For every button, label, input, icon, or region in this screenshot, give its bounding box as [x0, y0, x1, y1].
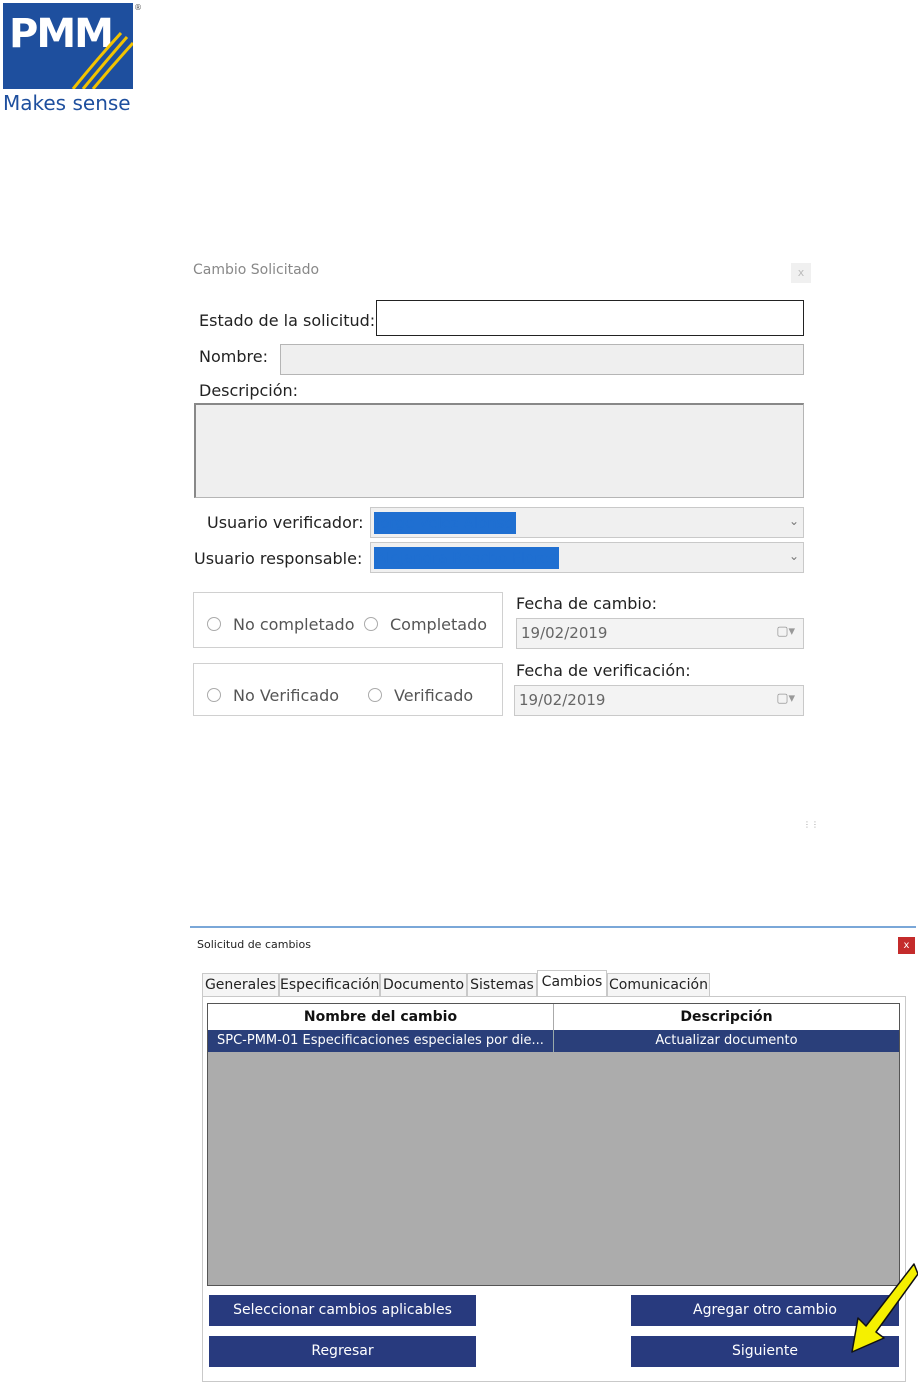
responsable-value: Alejandra Roacho Flores: [374, 547, 559, 569]
fecha-cambio-label: Fecha de cambio:: [516, 594, 658, 613]
table-row-descripcion[interactable]: Actualizar documento: [554, 1030, 899, 1052]
annotation-arrow-icon: [851, 1263, 918, 1353]
radio-verificado-label[interactable]: Verificado: [394, 686, 473, 705]
verificador-select[interactable]: Jorge Velez Alonso ⌄: [370, 507, 804, 538]
radio-completado-label[interactable]: Completado: [390, 615, 487, 634]
nombre-label: Nombre:: [199, 347, 268, 366]
tab-generales[interactable]: Generales: [202, 973, 279, 997]
chevron-down-icon[interactable]: ⌄: [789, 514, 799, 528]
close-button[interactable]: x: [791, 263, 811, 283]
column-header-nombre[interactable]: Nombre del cambio: [208, 1004, 554, 1030]
dialog-title: Cambio Solicitado: [193, 262, 320, 278]
tab-documento[interactable]: Documento: [380, 973, 467, 997]
registered-mark: ®: [134, 3, 142, 12]
estado-label: Estado de la solicitud:: [199, 311, 376, 330]
radio-verificado[interactable]: [368, 688, 382, 702]
responsable-label: Usuario responsable:: [194, 549, 363, 568]
pmm-logo: PMM ® Makes sense: [3, 3, 142, 117]
fecha-verificacion-label: Fecha de verificación:: [516, 661, 691, 680]
dialog-title: Solicitud de cambios: [197, 938, 311, 951]
logo-tagline: Makes sense: [3, 91, 131, 115]
chevron-down-icon[interactable]: ⌄: [789, 549, 799, 563]
logo-swoosh-icon: [71, 31, 133, 89]
seleccionar-cambios-button[interactable]: Seleccionar cambios aplicables: [209, 1295, 476, 1326]
nombre-field[interactable]: [280, 344, 804, 375]
radio-no-completado-label[interactable]: No completado: [233, 615, 354, 634]
fecha-verificacion-picker[interactable]: 19/02/2019 ▢▾: [514, 685, 804, 716]
radio-no-verificado[interactable]: [207, 688, 221, 702]
table-row[interactable]: SPC-PMM-01 Especificaciones especiales p…: [208, 1030, 554, 1052]
logo-mark: PMM: [3, 3, 133, 89]
fecha-cambio-value: 19/02/2019: [521, 624, 608, 642]
tab-comunicacion[interactable]: Comunicación: [607, 973, 710, 997]
radio-no-verificado-label[interactable]: No Verificado: [233, 686, 339, 705]
cambios-table[interactable]: Nombre del cambio Descripción SPC-PMM-01…: [207, 1003, 900, 1286]
resize-grip-icon[interactable]: ⋮⋮: [803, 820, 819, 829]
verificador-label: Usuario verificador:: [207, 513, 364, 532]
estado-field[interactable]: [376, 300, 804, 336]
close-button[interactable]: x: [898, 937, 915, 954]
responsable-select[interactable]: Alejandra Roacho Flores ⌄: [370, 542, 804, 573]
radio-no-completado[interactable]: [207, 617, 221, 631]
window-top-border: [190, 926, 916, 928]
tab-especificacion[interactable]: Especificación: [279, 973, 380, 997]
descripcion-label: Descripción:: [199, 381, 299, 400]
descripcion-field[interactable]: [194, 403, 804, 498]
fecha-verificacion-value: 19/02/2019: [519, 691, 606, 709]
verificador-value: Jorge Velez Alonso: [374, 512, 516, 534]
regresar-button[interactable]: Regresar: [209, 1336, 476, 1367]
calendar-icon[interactable]: ▢▾: [776, 624, 795, 639]
tab-cambios[interactable]: Cambios: [537, 970, 607, 998]
column-header-descripcion[interactable]: Descripción: [554, 1004, 899, 1030]
radio-completado[interactable]: [364, 617, 378, 631]
fecha-cambio-picker[interactable]: 19/02/2019 ▢▾: [516, 618, 804, 649]
calendar-icon[interactable]: ▢▾: [776, 691, 795, 706]
tab-sistemas[interactable]: Sistemas: [467, 973, 537, 997]
